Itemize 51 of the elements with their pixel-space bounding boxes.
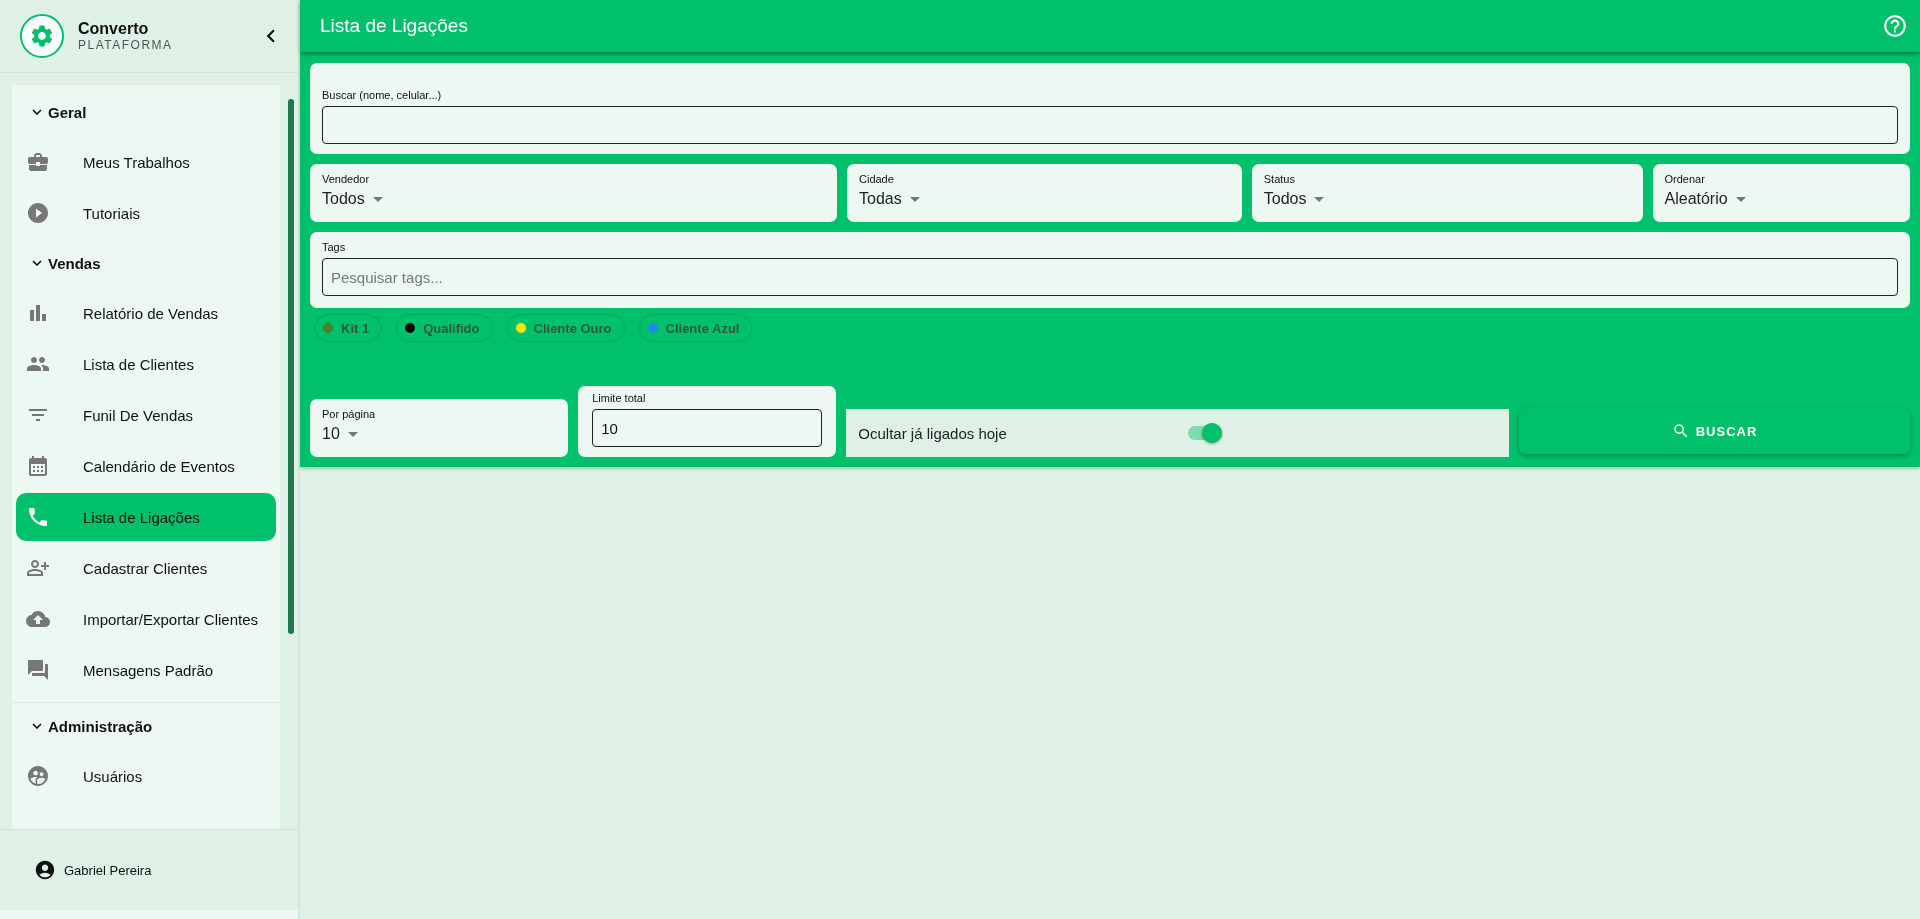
scrollbar[interactable]	[288, 99, 294, 634]
nav-item[interactable]: Funil De Vendas	[16, 391, 276, 439]
nav-item[interactable]: Meus Trabalhos	[16, 138, 276, 186]
nav-item[interactable]: Mensagens Padrão	[16, 646, 276, 694]
briefcase-icon	[26, 150, 50, 174]
nav-item[interactable]: Relatório de Vendas	[16, 289, 276, 337]
field-label: Limite total	[592, 392, 647, 404]
search-icon	[1671, 422, 1690, 440]
toggle-label: Ocultar já ligados hoje	[858, 424, 1008, 442]
nav-item[interactable]: Lista de Ligações	[16, 493, 276, 541]
nav-item[interactable]: Usuários	[16, 752, 276, 800]
avatar-icon	[34, 859, 56, 881]
calendar-icon	[26, 454, 50, 478]
play-icon	[26, 201, 50, 225]
toggle-switch[interactable]	[1188, 426, 1223, 440]
phone-icon	[26, 505, 50, 529]
dropdown[interactable]: Todas	[859, 190, 920, 208]
dropdown[interactable]: Aleatório	[1664, 190, 1746, 208]
caret-icon	[1735, 196, 1746, 202]
nav-item[interactable]: Tutoriais	[16, 189, 276, 237]
dropdown[interactable]: Todos	[322, 190, 383, 208]
logo-icon	[20, 14, 64, 58]
tags-field[interactable]: Pesquisar tags...	[322, 258, 1898, 296]
field-label: Status	[1263, 173, 1296, 185]
user-name: Gabriel Pereira	[64, 862, 152, 878]
users-icon	[26, 764, 50, 788]
field-label: Buscar (nome, celular...)	[322, 89, 443, 101]
page-title: Lista de Ligações	[320, 15, 468, 37]
caret-icon	[909, 196, 920, 202]
dropdown[interactable]: 10	[322, 425, 358, 443]
field-label: Vendedor	[322, 173, 371, 185]
field-label: Tags	[322, 241, 347, 253]
field-label: Por página	[322, 408, 377, 420]
nav-item[interactable]: Importar/Exportar Clientes	[16, 595, 276, 643]
nav-item[interactable]: Lista de Clientes	[16, 340, 276, 388]
brand-name: Converto	[78, 20, 150, 38]
brand-subtitle: PLATAFORMA	[78, 38, 174, 52]
section-title: Administração	[48, 717, 153, 735]
field-label: Ordenar	[1664, 173, 1706, 185]
caret-icon	[347, 431, 358, 437]
search-field[interactable]	[322, 106, 1898, 144]
section-title: Vendas	[48, 254, 101, 272]
field-label: Cidade	[859, 173, 895, 185]
caret-icon	[1314, 196, 1325, 202]
dropdown[interactable]: Todos	[1263, 190, 1325, 208]
section-title: Geral	[48, 103, 87, 121]
nav-item[interactable]: Cadastrar Clientes	[16, 544, 276, 592]
limit-field[interactable]: 10	[592, 409, 823, 447]
chat-bubbles-icon	[26, 658, 50, 682]
nav-item[interactable]: Calendário de Eventos	[16, 442, 276, 490]
caret-icon	[372, 196, 383, 202]
